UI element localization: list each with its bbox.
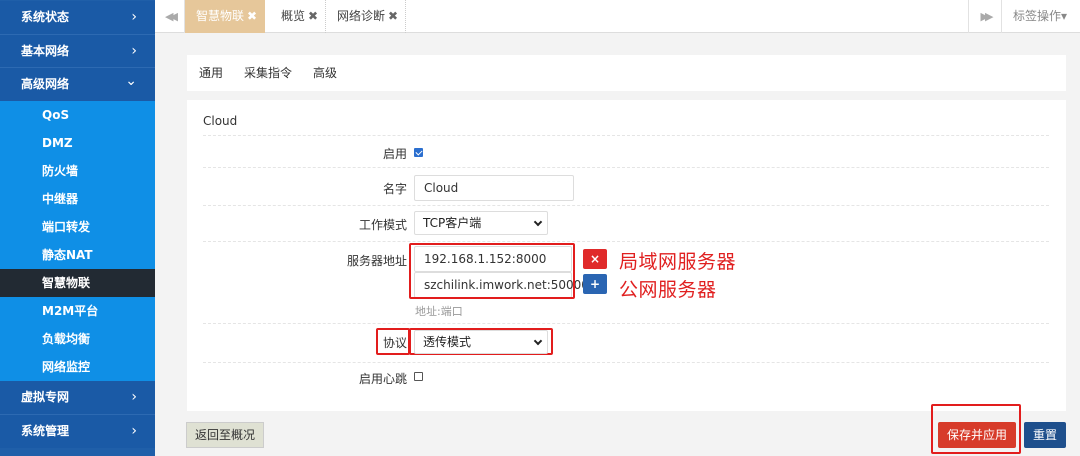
server-address-hint: 地址:端口 bbox=[415, 305, 463, 318]
tab-label: 网络诊断 bbox=[337, 9, 386, 23]
sidebar-group-advanced-network[interactable]: 高级网络 ⌄ bbox=[0, 68, 155, 101]
sidebar-group-vpn[interactable]: 虚拟专网 › bbox=[0, 381, 155, 414]
heartbeat-checkbox[interactable] bbox=[414, 372, 423, 381]
tab-network-diagnostics[interactable]: 网络诊断 ✖ bbox=[326, 0, 406, 33]
sidebar-item-smart-iot[interactable]: 智慧物联 bbox=[0, 269, 155, 297]
chevron-right-icon: › bbox=[131, 389, 137, 405]
sidebar-item-label: 端口转发 bbox=[42, 220, 91, 234]
sidebar-item-dmz[interactable]: DMZ bbox=[0, 129, 155, 157]
double-left-arrow-icon: ◀◀ bbox=[165, 10, 178, 23]
protocol-select[interactable]: 透传模式 bbox=[414, 330, 548, 354]
tab-smart-iot[interactable]: 智慧物联 ✖ bbox=[185, 0, 265, 33]
sidebar-item-port-forwarding[interactable]: 端口转发 bbox=[0, 213, 155, 241]
sidebar-group-label: 高级网络 bbox=[21, 77, 70, 91]
divider bbox=[203, 362, 1049, 363]
sidebar-item-label: 静态NAT bbox=[42, 248, 93, 262]
enable-checkbox[interactable] bbox=[414, 148, 423, 157]
tab-overview[interactable]: 概览 ✖ bbox=[270, 0, 326, 33]
plus-icon: + bbox=[589, 277, 601, 291]
divider bbox=[203, 167, 1049, 168]
server-address-label: 服务器地址 bbox=[346, 254, 407, 268]
sidebar-item-firewall[interactable]: 防火墙 bbox=[0, 157, 155, 185]
sidebar-item-network-monitor[interactable]: 网络监控 bbox=[0, 353, 155, 381]
sidebar-item-m2m-platform[interactable]: M2M平台 bbox=[0, 297, 155, 325]
save-and-apply-button[interactable]: 保存并应用 bbox=[938, 422, 1016, 448]
highlight-box bbox=[409, 243, 575, 299]
sidebar: 系统状态 › 基本网络 › 高级网络 ⌄ QoS DMZ 防火墙 中继器 端口转… bbox=[0, 0, 155, 456]
protocol-label: 协议 bbox=[382, 336, 407, 350]
sidebar-group-label: 虚拟专网 bbox=[21, 390, 70, 404]
chevron-down-icon bbox=[533, 217, 543, 227]
sidebar-item-label: 防火墙 bbox=[42, 164, 79, 178]
protocol-value: 透传模式 bbox=[423, 335, 472, 349]
sidebar-group-label: 系统管理 bbox=[21, 424, 70, 438]
tab-scroll-right-button[interactable]: ▶▶ bbox=[968, 0, 1002, 33]
tab-collect-commands[interactable]: 采集指令 bbox=[244, 55, 292, 92]
sidebar-group-system-status[interactable]: 系统状态 › bbox=[0, 1, 155, 34]
work-mode-value: TCP客户端 bbox=[423, 216, 482, 230]
tab-general[interactable]: 通用 bbox=[199, 55, 223, 92]
sidebar-group-label: 系统状态 bbox=[21, 10, 70, 24]
close-icon[interactable]: ✖ bbox=[308, 9, 318, 23]
sidebar-item-label: M2M平台 bbox=[42, 304, 99, 318]
sidebar-item-qos[interactable]: QoS bbox=[0, 101, 155, 129]
tab-operations-label: 标签操作 bbox=[1013, 9, 1062, 23]
sidebar-item-load-balancing[interactable]: 负载均衡 bbox=[0, 325, 155, 353]
sidebar-item-label: 负载均衡 bbox=[42, 332, 91, 346]
chevron-right-icon: › bbox=[131, 43, 137, 59]
work-mode-label: 工作模式 bbox=[358, 218, 407, 232]
sidebar-group-label: 基本网络 bbox=[21, 44, 70, 58]
enable-label: 启用 bbox=[382, 147, 407, 161]
sidebar-item-label: QoS bbox=[42, 108, 70, 122]
work-mode-select[interactable]: TCP客户端 bbox=[414, 211, 548, 235]
sidebar-item-label: 智慧物联 bbox=[42, 276, 91, 290]
tab-label: 概览 bbox=[281, 9, 306, 23]
close-icon[interactable]: ✖ bbox=[247, 9, 257, 23]
sub-tabs: 通用 采集指令 高级 bbox=[187, 55, 1066, 91]
tab-operations-menu[interactable]: 标签操作▾ bbox=[1003, 0, 1080, 33]
divider bbox=[203, 135, 1049, 136]
tab-scroll-left-button[interactable]: ◀◀ bbox=[155, 0, 185, 33]
close-icon[interactable]: ✖ bbox=[388, 9, 398, 23]
sidebar-item-label: DMZ bbox=[42, 136, 73, 150]
config-panel: Cloud 启用 名字 Cloud 工作模式 TCP客户端 服务器地址 192.… bbox=[187, 100, 1066, 411]
chevron-right-icon: › bbox=[131, 423, 137, 439]
reset-button[interactable]: 重置 bbox=[1024, 422, 1066, 448]
tab-advanced[interactable]: 高级 bbox=[313, 55, 337, 92]
remove-server-button[interactable]: × bbox=[583, 249, 607, 269]
sidebar-item-label: 网络监控 bbox=[42, 360, 91, 374]
add-server-button[interactable]: + bbox=[583, 274, 607, 294]
name-label: 名字 bbox=[382, 182, 407, 196]
section-title: Cloud bbox=[203, 114, 238, 128]
sidebar-group-basic-network[interactable]: 基本网络 › bbox=[0, 35, 155, 68]
tab-label: 智慧物联 bbox=[196, 9, 245, 23]
double-right-arrow-icon: ▶▶ bbox=[980, 10, 994, 23]
divider bbox=[203, 323, 1049, 324]
close-icon: × bbox=[589, 252, 601, 266]
sidebar-item-label: 中继器 bbox=[42, 192, 79, 206]
chevron-down-icon bbox=[533, 336, 543, 346]
sidebar-item-repeater[interactable]: 中继器 bbox=[0, 185, 155, 213]
caret-down-icon: ▾ bbox=[1061, 9, 1068, 23]
divider bbox=[203, 205, 1049, 206]
heartbeat-label: 启用心跳 bbox=[358, 372, 407, 386]
annotation-wan-server: 公网服务器 bbox=[619, 279, 717, 301]
back-to-overview-button[interactable]: 返回至概况 bbox=[186, 422, 264, 448]
tab-bar: ◀◀ 智慧物联 ✖ 概览 ✖ 网络诊断 ✖ ▶▶ 标签操作▾ bbox=[155, 0, 1080, 33]
sidebar-item-static-nat[interactable]: 静态NAT bbox=[0, 241, 155, 269]
chevron-right-icon: › bbox=[131, 9, 137, 25]
name-input[interactable]: Cloud bbox=[414, 175, 574, 201]
divider bbox=[203, 241, 1049, 242]
annotation-lan-server: 局域网服务器 bbox=[619, 251, 737, 273]
chevron-down-icon: ⌄ bbox=[125, 73, 137, 89]
sidebar-group-system-management[interactable]: 系统管理 › bbox=[0, 415, 155, 448]
